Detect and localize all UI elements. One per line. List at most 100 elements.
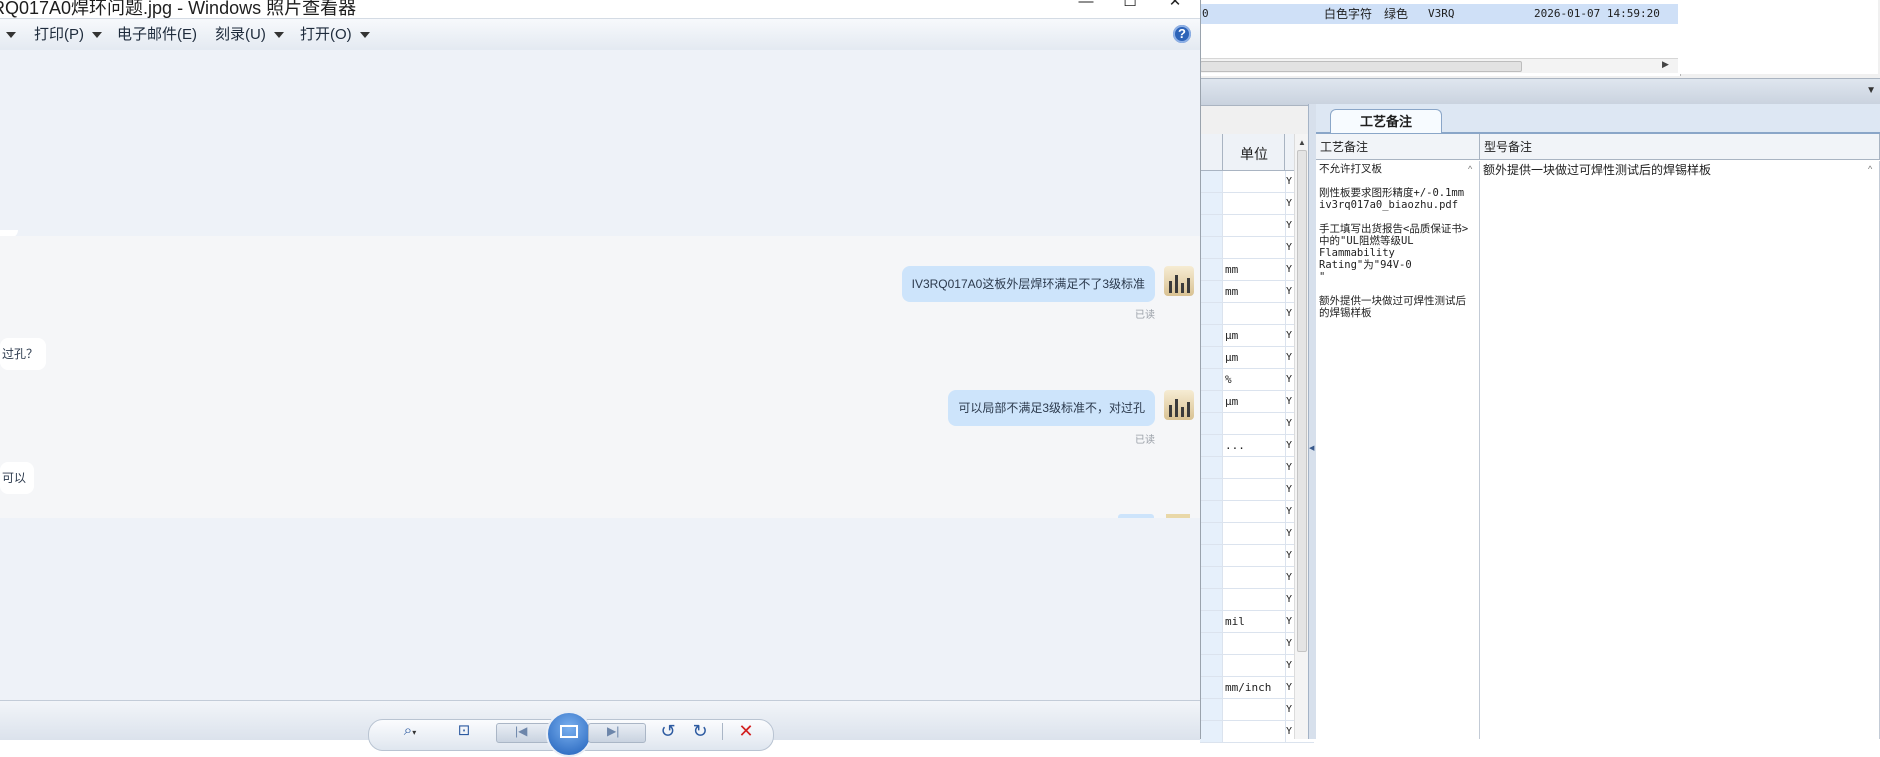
- grid-cell-value[interactable]: [1200, 677, 1222, 698]
- erp-horizontal-scrollbar[interactable]: ▶: [1200, 58, 1678, 73]
- email-menu[interactable]: 电子邮件(E): [117, 19, 197, 51]
- cell-scroll-up-icon[interactable]: ^: [1468, 164, 1472, 174]
- grid-cell-unit[interactable]: [1222, 215, 1287, 236]
- erp-cell-code: V3RQ: [1428, 7, 1455, 20]
- grid-cell-unit[interactable]: μm: [1222, 347, 1287, 368]
- grid-cell-value[interactable]: [1200, 237, 1222, 258]
- grid-cell-value[interactable]: [1200, 259, 1222, 280]
- erp-grid-vertical-scrollbar[interactable]: ▲: [1294, 134, 1309, 739]
- rotate-right-icon[interactable]: ↻: [688, 722, 712, 740]
- minimize-icon[interactable]: —: [1071, 0, 1101, 16]
- scroll-up-arrow-icon[interactable]: ▲: [1298, 138, 1306, 147]
- panel-collapse-icon[interactable]: ▼: [1866, 85, 1876, 96]
- process-notes-cell[interactable]: 不允许打叉板 刚性板要求图形精度+/-0.1mm iv3rq017a0_biao…: [1316, 161, 1480, 739]
- grid-scroll-thumb[interactable]: [1297, 150, 1307, 652]
- help-icon[interactable]: ?: [1173, 25, 1191, 43]
- maximize-icon[interactable]: ☐: [1115, 0, 1145, 16]
- open-menu-label: 打开(O): [300, 26, 352, 43]
- erp-cell-color: 绿色: [1384, 7, 1409, 21]
- grid-cell-unit[interactable]: μm: [1222, 325, 1287, 346]
- slideshow-button[interactable]: [546, 711, 592, 757]
- grid-cell-value[interactable]: [1200, 523, 1222, 544]
- grid-cell-value[interactable]: [1200, 501, 1222, 522]
- process-notes-header[interactable]: 工艺备注: [1316, 134, 1480, 160]
- grid-cell-value[interactable]: [1200, 215, 1222, 236]
- grid-cell-unit[interactable]: [1222, 567, 1287, 588]
- grid-cell-value[interactable]: [1200, 413, 1222, 434]
- grid-cell-value[interactable]: [1200, 391, 1222, 412]
- model-notes-header[interactable]: 型号备注: [1480, 134, 1880, 160]
- delete-icon[interactable]: ✕: [734, 722, 758, 740]
- viewer-toolbar: ⌕▾ ⊡ |◀ ▶| ↺ ↻ ✕: [0, 700, 1200, 757]
- erp-window: 0 白色字符 绿色 V3RQ 2026-01-07 14:59:20 ▶ ▼ 单…: [1200, 0, 1880, 743]
- grid-cell-unit[interactable]: ...: [1222, 435, 1287, 456]
- print-menu-label: 打印(P): [34, 26, 84, 43]
- grid-cell-unit[interactable]: [1222, 699, 1287, 720]
- scroll-right-arrow-icon[interactable]: ▶: [1662, 59, 1669, 70]
- grid-cell-unit[interactable]: [1222, 589, 1287, 610]
- grid-cell-value[interactable]: [1200, 369, 1222, 390]
- splitter-arrow-icon[interactable]: ◀: [1309, 444, 1314, 452]
- print-menu[interactable]: 打印(P): [34, 19, 102, 51]
- grid-cell-unit[interactable]: [1222, 413, 1287, 434]
- grid-cell-value[interactable]: [1200, 699, 1222, 720]
- erp-selected-row[interactable]: 0 白色字符 绿色 V3RQ 2026-01-07 14:59:20: [1200, 4, 1678, 24]
- grid-cell-value[interactable]: [1200, 325, 1222, 346]
- grid-cell-unit[interactable]: [1222, 545, 1287, 566]
- grid-cell-unit[interactable]: [1222, 193, 1287, 214]
- file-menu-arrow[interactable]: [0, 19, 16, 51]
- grid-cell-value[interactable]: [1200, 567, 1222, 588]
- photo-area-bottom: [0, 518, 1200, 700]
- grid-cell-value[interactable]: [1200, 193, 1222, 214]
- grid-cell-unit[interactable]: mm: [1222, 259, 1287, 280]
- erp-scroll-thumb[interactable]: [1200, 61, 1522, 72]
- message-bubble-left: 可以: [0, 462, 35, 494]
- menu-bar: 打印(P) 电子邮件(E) 刻录(U) 打开(O) ?: [0, 18, 1200, 52]
- grid-cell-value[interactable]: [1200, 457, 1222, 478]
- grid-cell-unit[interactable]: [1222, 303, 1287, 324]
- grid-cell-value[interactable]: [1200, 347, 1222, 368]
- grid-cell-unit[interactable]: %: [1222, 369, 1287, 390]
- open-menu[interactable]: 打开(O): [300, 19, 370, 51]
- tab-process-notes[interactable]: 工艺备注: [1330, 109, 1442, 133]
- grid-cell-unit[interactable]: μm: [1222, 391, 1287, 412]
- grid-cell-unit[interactable]: [1222, 655, 1287, 676]
- window-title: RQ017A0焊环问题.jpg - Windows 照片查看器: [0, 0, 357, 18]
- grid-cell-unit[interactable]: [1222, 633, 1287, 654]
- unit-column-header[interactable]: 单位: [1240, 144, 1268, 164]
- grid-cell-value[interactable]: [1200, 479, 1222, 500]
- erp-panel-header: ▼: [1200, 78, 1880, 106]
- burn-menu[interactable]: 刻录(U): [215, 19, 284, 51]
- grid-cell-value[interactable]: [1200, 655, 1222, 676]
- cell-scroll-up-icon-2[interactable]: ^: [1868, 164, 1872, 174]
- grid-cell-unit[interactable]: [1222, 171, 1287, 192]
- grid-cell-value[interactable]: [1200, 633, 1222, 654]
- grid-cell-unit[interactable]: mm/inch: [1222, 677, 1287, 698]
- model-notes-cell[interactable]: 额外提供一块做过可焊性测试后的焊锡样板: [1480, 161, 1880, 739]
- grid-cell-unit[interactable]: [1222, 479, 1287, 500]
- zoom-icon[interactable]: ⌕▾: [398, 722, 422, 740]
- grid-cell-unit[interactable]: mil: [1222, 611, 1287, 632]
- toolbar-divider: [722, 723, 723, 740]
- grid-cell-value[interactable]: [1200, 611, 1222, 632]
- grid-cell-value[interactable]: [1200, 545, 1222, 566]
- rotate-left-icon[interactable]: ↺: [656, 722, 680, 740]
- close-window-icon[interactable]: ✕: [1160, 0, 1190, 16]
- grid-cell-unit[interactable]: [1222, 237, 1287, 258]
- grid-cell-value[interactable]: [1200, 303, 1222, 324]
- grid-cell-value[interactable]: [1200, 171, 1222, 192]
- avatar: [1164, 266, 1194, 296]
- grid-cell-unit[interactable]: [1222, 523, 1287, 544]
- grid-cell-value[interactable]: [1200, 281, 1222, 302]
- grid-cell-value[interactable]: [1200, 589, 1222, 610]
- grid-cell-unit[interactable]: [1222, 457, 1287, 478]
- slideshow-icon: [560, 725, 578, 738]
- erp-cell-text-color: 白色字符: [1324, 7, 1373, 21]
- grid-cell-unit[interactable]: [1222, 501, 1287, 522]
- read-status: 已读: [1135, 435, 1155, 446]
- grid-cell-unit[interactable]: mm: [1222, 281, 1287, 302]
- fit-window-icon[interactable]: ⊡: [452, 722, 476, 740]
- title-bar[interactable]: RQ017A0焊环问题.jpg - Windows 照片查看器 — ☐ ✕: [0, 0, 1200, 18]
- grid-cell-value[interactable]: [1200, 435, 1222, 456]
- next-button[interactable]: ▶|: [588, 723, 646, 743]
